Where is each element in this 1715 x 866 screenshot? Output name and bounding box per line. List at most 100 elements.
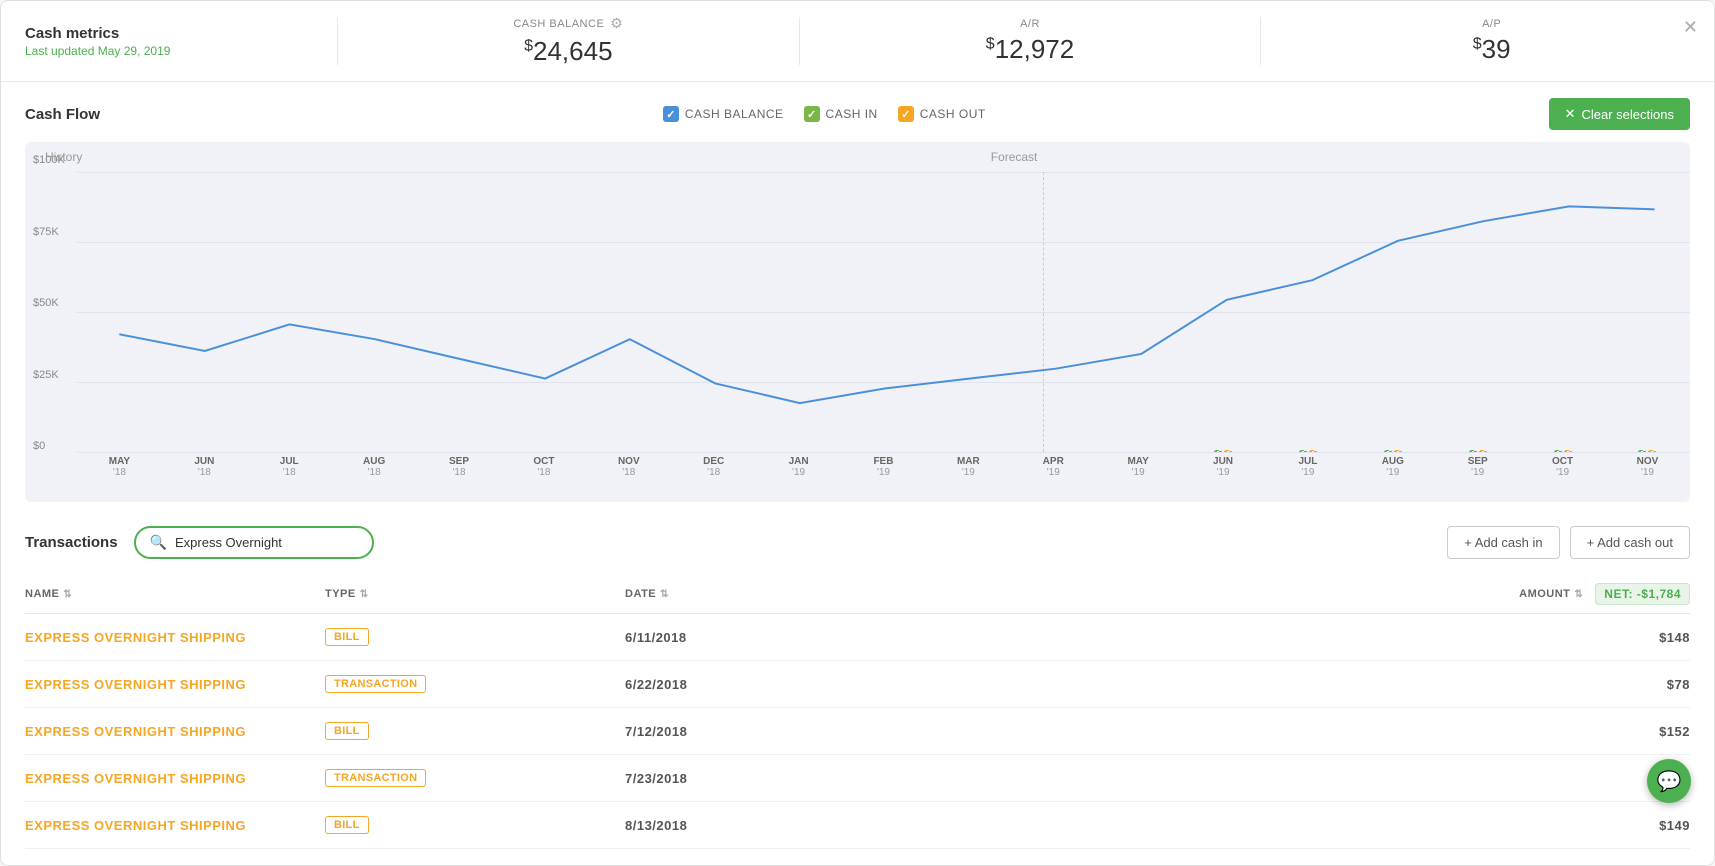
y-label-50k: $50K	[33, 297, 65, 309]
divider-1	[337, 17, 338, 65]
cash-balance-value: $24,645	[370, 36, 767, 67]
ar-metric: A/R $12,972	[832, 18, 1229, 65]
row-amount-2: $152	[1490, 724, 1690, 739]
table-row: Express Overnight Shipping TRANSACTION 6…	[25, 661, 1690, 708]
x-label-may19: MAY'19	[1096, 452, 1181, 502]
x-label-jul18: JUL'18	[247, 452, 332, 502]
header: Cash metrics Last updated May 29, 2019 C…	[1, 1, 1714, 82]
ar-value: $12,972	[832, 34, 1229, 65]
x-label-jan19: JAN'19	[756, 452, 841, 502]
x-label-mar19: MAR'19	[926, 452, 1011, 502]
row-type-2: BILL	[325, 722, 625, 740]
x-label-sep19: SEP'19	[1435, 452, 1520, 502]
x-label-apr19: APR'19	[1011, 452, 1096, 502]
row-amount-0: $148	[1490, 630, 1690, 645]
search-input[interactable]	[175, 535, 355, 550]
action-buttons: + Add cash in + Add cash out	[1447, 526, 1690, 559]
app-title: Cash metrics	[25, 25, 305, 42]
type-badge-2: BILL	[325, 722, 369, 740]
sort-date-icon[interactable]: ⇅	[660, 589, 669, 600]
add-cash-in-button[interactable]: + Add cash in	[1447, 526, 1559, 559]
row-type-1: TRANSACTION	[325, 675, 625, 693]
close-icon[interactable]: ✕	[1683, 17, 1698, 38]
search-wrapper: 🔍	[134, 526, 374, 559]
transactions-header: Transactions 🔍 + Add cash in + Add cash …	[25, 526, 1690, 559]
row-date-1: 6/22/2018	[625, 677, 1490, 692]
chart-bars-container	[77, 172, 1690, 452]
x-label-nov19: NOV'19	[1605, 452, 1690, 502]
chart-area: $100K $75K $50K $25K $0 History Forecast	[25, 142, 1690, 502]
app-container: Cash metrics Last updated May 29, 2019 C…	[0, 0, 1715, 866]
transactions-title-search: Transactions 🔍	[25, 526, 374, 559]
x-label-may18: MAY'18	[77, 452, 162, 502]
x-label-oct18: OCT'18	[501, 452, 586, 502]
row-name-3[interactable]: Express Overnight Shipping	[25, 771, 325, 786]
cash-out-checkbox[interactable]: ✓	[898, 106, 914, 122]
chat-bubble[interactable]: 💬	[1647, 759, 1691, 803]
cash-balance-legend-label: CASH BALANCE	[685, 107, 784, 121]
legend-cash-balance[interactable]: ✓ CASH BALANCE	[663, 106, 784, 122]
add-cash-out-button[interactable]: + Add cash out	[1570, 526, 1690, 559]
table-row: Express Overnight Shipping BILL 7/12/201…	[25, 708, 1690, 755]
row-amount-1: $78	[1490, 677, 1690, 692]
divider-2	[799, 17, 800, 65]
chat-icon: 💬	[1657, 769, 1682, 794]
net-badge: Net: -$1,784	[1595, 583, 1690, 605]
type-badge-1: TRANSACTION	[325, 675, 426, 693]
col-header-type: TYPE ⇅	[325, 583, 625, 605]
gear-icon[interactable]: ⚙	[610, 15, 623, 32]
row-date-4: 8/13/2018	[625, 818, 1490, 833]
cash-flow-header: Cash Flow ✓ CASH BALANCE ✓ CASH IN ✓ CAS…	[25, 98, 1690, 130]
ap-metric: A/P $39	[1293, 18, 1690, 65]
sort-name-icon[interactable]: ⇅	[63, 589, 72, 600]
legend-cash-out[interactable]: ✓ CASH OUT	[898, 106, 986, 122]
x-label-jun19: JUN'19	[1181, 452, 1266, 502]
last-updated: Last updated May 29, 2019	[25, 44, 305, 58]
x-label-aug18: AUG'18	[332, 452, 417, 502]
sort-type-icon[interactable]: ⇅	[360, 589, 369, 600]
table-body: Express Overnight Shipping BILL 6/11/201…	[25, 614, 1690, 849]
cash-flow-title: Cash Flow	[25, 106, 100, 123]
ap-label: A/P	[1293, 18, 1690, 30]
row-type-4: BILL	[325, 816, 625, 834]
divider-3	[1260, 17, 1261, 65]
row-name-4[interactable]: Express Overnight Shipping	[25, 818, 325, 833]
x-label-aug19: AUG'19	[1350, 452, 1435, 502]
table-row: Express Overnight Shipping TRANSACTION 7…	[25, 755, 1690, 802]
row-amount-4: $149	[1490, 818, 1690, 833]
ar-label: A/R	[832, 18, 1229, 30]
cash-flow-section: Cash Flow ✓ CASH BALANCE ✓ CASH IN ✓ CAS…	[1, 82, 1714, 502]
row-name-2[interactable]: Express Overnight Shipping	[25, 724, 325, 739]
table-row: Express Overnight Shipping BILL 8/13/201…	[25, 802, 1690, 849]
sort-amount-icon[interactable]: ⇅	[1574, 589, 1583, 600]
type-badge-4: BILL	[325, 816, 369, 834]
col-header-amount: AMOUNT ⇅ Net: -$1,784	[1490, 583, 1690, 605]
type-badge-0: BILL	[325, 628, 369, 646]
y-label-75k: $75K	[33, 226, 65, 238]
header-title-section: Cash metrics Last updated May 29, 2019	[25, 25, 305, 58]
transactions-section: Transactions 🔍 + Add cash in + Add cash …	[1, 510, 1714, 865]
chart-y-labels: $100K $75K $50K $25K $0	[25, 154, 73, 452]
x-label-jun18: JUN'18	[162, 452, 247, 502]
cash-balance-label: CASH BALANCE ⚙	[370, 15, 767, 32]
x-label-sep18: SEP'18	[417, 452, 502, 502]
legend-cash-in[interactable]: ✓ CASH IN	[804, 106, 878, 122]
cash-in-checkbox[interactable]: ✓	[804, 106, 820, 122]
history-label: History	[45, 150, 82, 164]
x-label-oct19: OCT'19	[1520, 452, 1605, 502]
y-label-25k: $25K	[33, 369, 65, 381]
legend-items: ✓ CASH BALANCE ✓ CASH IN ✓ CASH OUT	[663, 106, 986, 122]
row-date-3: 7/23/2018	[625, 771, 1490, 786]
x-label-jul19: JUL'19	[1265, 452, 1350, 502]
transactions-title: Transactions	[25, 534, 118, 551]
cash-balance-checkbox[interactable]: ✓	[663, 106, 679, 122]
x-label-nov18: NOV'18	[586, 452, 671, 502]
row-type-3: TRANSACTION	[325, 769, 625, 787]
cash-in-legend-label: CASH IN	[826, 107, 878, 121]
row-name-0[interactable]: Express Overnight Shipping	[25, 630, 325, 645]
row-name-1[interactable]: Express Overnight Shipping	[25, 677, 325, 692]
col-header-name: NAME ⇅	[25, 583, 325, 605]
type-badge-3: TRANSACTION	[325, 769, 426, 787]
clear-selections-button[interactable]: ✕ Clear selections	[1549, 98, 1690, 130]
ap-value: $39	[1293, 34, 1690, 65]
